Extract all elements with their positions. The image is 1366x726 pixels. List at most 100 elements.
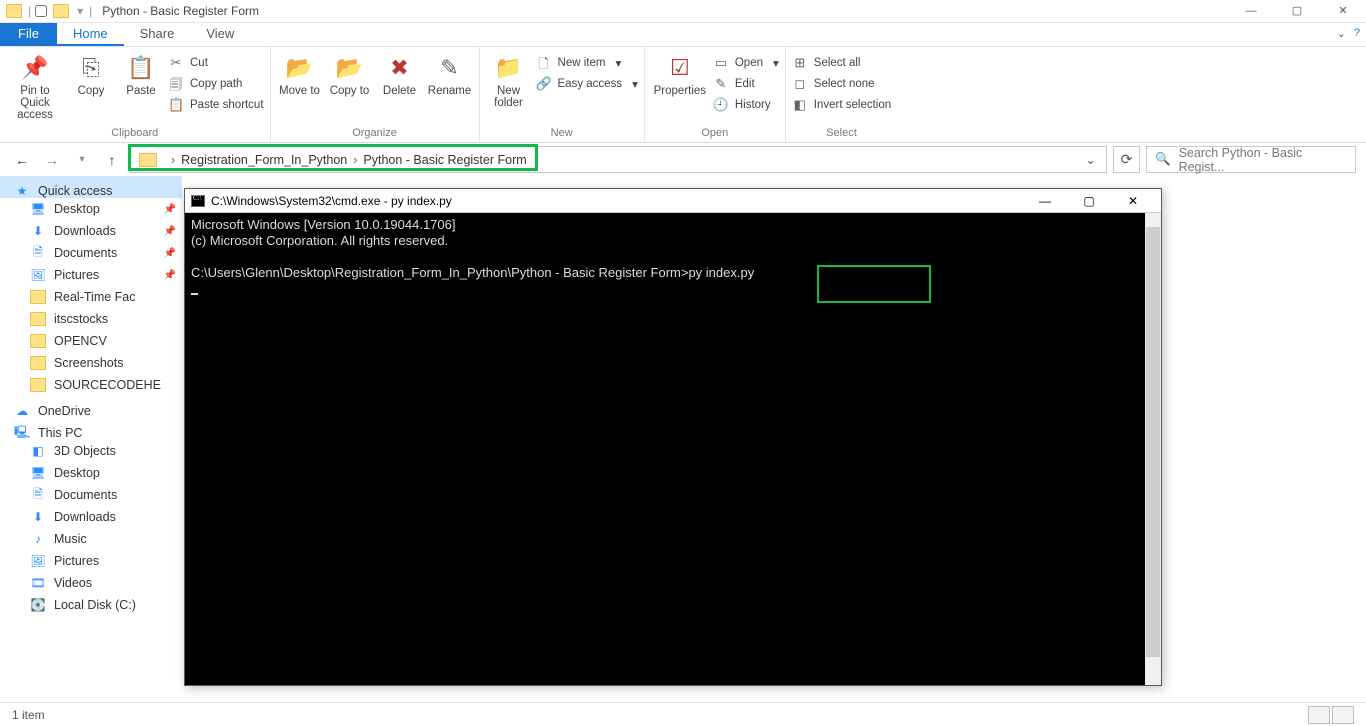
- new-folder-button[interactable]: 📁New folder: [486, 51, 532, 109]
- download-icon: ⬇: [30, 510, 46, 524]
- copy-button[interactable]: ⎘ Copy: [68, 51, 114, 97]
- folder-icon: [30, 334, 46, 348]
- document-icon: 🗎: [30, 488, 46, 502]
- cmd-close-button[interactable]: ✕: [1111, 194, 1155, 208]
- nav-downloads[interactable]: ⬇Downloads📌: [0, 220, 182, 242]
- chevron-right-icon[interactable]: ›: [165, 153, 181, 167]
- breadcrumb-bar[interactable]: › Registration_Form_In_Python › Python -…: [130, 146, 1107, 173]
- scrollbar-thumb[interactable]: [1146, 227, 1160, 657]
- nav-thispc[interactable]: 🖳This PC: [0, 418, 182, 440]
- view-details-button[interactable]: [1308, 706, 1330, 724]
- ribbon-group-select: ⊞Select all ◻Select none ◧Invert selecti…: [786, 47, 897, 142]
- new-item-button[interactable]: 🗋New item▾: [536, 53, 638, 72]
- video-icon: 🎞: [30, 576, 46, 590]
- ribbon-tabs: File Home Share View ⌄ ?: [0, 23, 1366, 47]
- ribbon-collapse-icon[interactable]: ⌄: [1337, 27, 1346, 40]
- history-button[interactable]: 🕘History: [713, 95, 779, 114]
- tab-file[interactable]: File: [0, 23, 57, 46]
- nav-local-disk[interactable]: 💽Local Disk (C:): [0, 594, 182, 616]
- nav-forward-button[interactable]: →: [40, 148, 64, 172]
- copy-path-button[interactable]: 🗐Copy path: [168, 74, 264, 93]
- move-to-button[interactable]: 📂Move to: [277, 51, 323, 97]
- disk-icon: 💽: [30, 598, 46, 612]
- cmd-window[interactable]: C:\Windows\System32\cmd.exe - py index.p…: [184, 188, 1162, 686]
- nav-quick-access[interactable]: ★Quick access: [0, 176, 182, 198]
- refresh-button[interactable]: ⟳: [1113, 146, 1140, 173]
- pin-icon: 📌: [164, 204, 176, 215]
- paste-button[interactable]: 📋 Paste: [118, 51, 164, 97]
- nav-pc-downloads[interactable]: ⬇Downloads: [0, 506, 182, 528]
- properties-button[interactable]: ☑Properties: [651, 51, 709, 97]
- picture-icon: 🖼: [30, 268, 46, 282]
- nav-recent-button[interactable]: ▾: [70, 148, 94, 172]
- nav-pc-music[interactable]: ♪Music: [0, 528, 182, 550]
- nav-tree[interactable]: ★Quick access 🖥Desktop📌 ⬇Downloads📌 🗎Doc…: [0, 176, 182, 700]
- quick-access-toolbar: | ▾ |: [0, 2, 96, 20]
- pin-quick-access-button[interactable]: 📌 Pin to Quick access: [6, 51, 64, 121]
- nav-pc-videos[interactable]: 🎞Videos: [0, 572, 182, 594]
- chevron-right-icon[interactable]: ›: [347, 153, 363, 167]
- group-label: Organize: [271, 125, 479, 142]
- minimize-button[interactable]: —: [1228, 0, 1274, 23]
- open-button[interactable]: ▭Open▾: [713, 53, 779, 72]
- folder-icon[interactable]: [53, 4, 69, 18]
- cmd-minimize-button[interactable]: —: [1023, 194, 1067, 208]
- folder-icon: [30, 312, 46, 326]
- breadcrumb-crumb[interactable]: Registration_Form_In_Python: [181, 153, 347, 167]
- cut-button[interactable]: ✂Cut: [168, 53, 264, 72]
- document-icon: 🗎: [30, 246, 46, 260]
- tab-home[interactable]: Home: [57, 23, 124, 46]
- nav-folder[interactable]: SOURCECODEHE: [0, 374, 182, 396]
- tab-share[interactable]: Share: [124, 23, 191, 46]
- search-input[interactable]: 🔍 Search Python - Basic Regist...: [1146, 146, 1356, 173]
- maximize-button[interactable]: ▢: [1274, 0, 1320, 23]
- nav-folder[interactable]: itscstocks: [0, 308, 182, 330]
- cursor: [191, 293, 198, 295]
- label: Copy: [78, 85, 105, 97]
- nav-up-button[interactable]: ↑: [100, 148, 124, 172]
- nav-pc-pictures[interactable]: 🖼Pictures: [0, 550, 182, 572]
- nav-onedrive[interactable]: ☁OneDrive: [0, 396, 182, 418]
- help-icon[interactable]: ?: [1354, 27, 1360, 40]
- nav-desktop[interactable]: 🖥Desktop📌: [0, 198, 182, 220]
- invert-selection-button[interactable]: ◧Invert selection: [792, 95, 891, 114]
- easyaccess-icon: 🔗: [536, 76, 552, 92]
- cmd-window-title: C:\Windows\System32\cmd.exe - py index.p…: [211, 194, 452, 208]
- highlight-box: [817, 265, 931, 303]
- folder-icon: [6, 4, 22, 18]
- cmd-terminal-body[interactable]: Microsoft Windows [Version 10.0.19044.17…: [185, 213, 1161, 333]
- history-icon: 🕘: [713, 97, 729, 113]
- desktop-icon: 🖥: [30, 466, 46, 480]
- breadcrumb-crumb[interactable]: Python - Basic Register Form: [363, 153, 526, 167]
- ribbon-group-new: 📁New folder 🗋New item▾ 🔗Easy access▾ New: [480, 47, 645, 142]
- breadcrumb-dropdown-icon[interactable]: ⌄: [1076, 152, 1106, 167]
- nav-pc-documents[interactable]: 🗎Documents: [0, 484, 182, 506]
- delete-button[interactable]: ✖Delete: [377, 51, 423, 97]
- nav-folder[interactable]: Screenshots: [0, 352, 182, 374]
- paste-shortcut-button[interactable]: 📋Paste shortcut: [168, 95, 264, 114]
- cmd-icon: [191, 195, 205, 207]
- easy-access-button[interactable]: 🔗Easy access▾: [536, 74, 638, 93]
- picture-icon: 🖼: [30, 554, 46, 568]
- tab-view[interactable]: View: [190, 23, 250, 46]
- shortcut-icon: 📋: [168, 97, 184, 113]
- select-all-button[interactable]: ⊞Select all: [792, 53, 891, 72]
- rename-button[interactable]: ✎Rename: [427, 51, 473, 97]
- edit-button[interactable]: ✎Edit: [713, 74, 779, 93]
- select-none-button[interactable]: ◻Select none: [792, 74, 891, 93]
- address-bar-row: ← → ▾ ↑ › Registration_Form_In_Python › …: [0, 143, 1366, 176]
- view-large-icons-button[interactable]: [1332, 706, 1354, 724]
- checkbox-qat[interactable]: [35, 5, 47, 17]
- cmd-scrollbar[interactable]: [1145, 213, 1161, 685]
- nav-folder[interactable]: Real-Time Fac: [0, 286, 182, 308]
- open-icon: ▭: [713, 55, 729, 71]
- nav-folder[interactable]: OPENCV: [0, 330, 182, 352]
- nav-documents[interactable]: 🗎Documents📌: [0, 242, 182, 264]
- nav-pc-desktop[interactable]: 🖥Desktop: [0, 462, 182, 484]
- nav-pictures[interactable]: 🖼Pictures📌: [0, 264, 182, 286]
- cmd-maximize-button[interactable]: ▢: [1067, 194, 1111, 208]
- copy-to-button[interactable]: 📂Copy to: [327, 51, 373, 97]
- cmd-titlebar[interactable]: C:\Windows\System32\cmd.exe - py index.p…: [185, 189, 1161, 213]
- nav-back-button[interactable]: ←: [10, 148, 34, 172]
- close-button[interactable]: ✕: [1320, 0, 1366, 23]
